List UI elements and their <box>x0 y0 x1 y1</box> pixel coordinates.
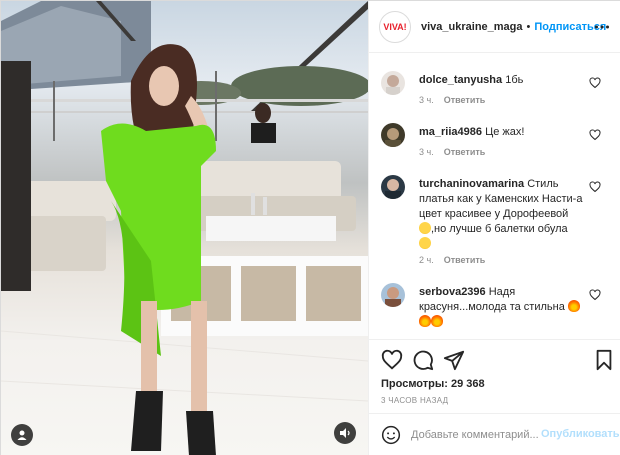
user-tag-button[interactable] <box>11 424 33 446</box>
user-icon <box>17 430 27 440</box>
reply-button[interactable]: Ответить <box>444 147 486 157</box>
commenter-avatar[interactable] <box>381 283 405 307</box>
avatar-image <box>381 123 405 147</box>
comment-text: serbova2396 Надя красуня...молода та сти… <box>419 285 587 330</box>
comment-username[interactable]: turchaninovamarina <box>419 178 524 190</box>
post-sidebar: VIVA! viva_ukraine_maga • Подписаться do… <box>368 1 620 455</box>
post-header: VIVA! viva_ukraine_maga • Подписаться <box>369 1 620 53</box>
comments-list[interactable]: dolce_tanyusha 1бь 3 ч. Ответить ma_riia… <box>369 53 620 339</box>
comment-like-icon[interactable] <box>589 129 601 141</box>
post-actions: Просмотры: 29 368 3 ЧАСОВ НАЗАД <box>369 339 620 409</box>
paper-plane-icon[interactable] <box>443 349 465 371</box>
comment-time: 3 ч. <box>419 147 434 157</box>
comment-text: dolce_tanyusha 1бь <box>419 73 587 88</box>
commenter-avatar[interactable] <box>381 71 405 95</box>
emoji-picker-icon[interactable] <box>381 425 401 445</box>
fire-emoji-icon <box>419 315 431 327</box>
video-frame <box>1 1 368 455</box>
comment-content: Це жах! <box>485 126 525 138</box>
comment-text: ma_riia4986 Це жах! <box>419 125 587 140</box>
comment-time: 2 ч. <box>419 255 434 265</box>
comment-username[interactable]: ma_riia4986 <box>419 126 482 138</box>
reply-button[interactable]: Ответить <box>444 255 486 265</box>
instagram-post: VIVA! viva_ukraine_maga • Подписаться do… <box>0 0 620 455</box>
views-count[interactable]: Просмотры: 29 368 <box>381 378 485 390</box>
comment-like-icon[interactable] <box>589 289 601 301</box>
comment-input[interactable] <box>411 425 551 445</box>
reply-button[interactable]: Ответить <box>444 95 486 105</box>
comment-username[interactable]: dolce_tanyusha <box>419 74 502 86</box>
add-comment-bar: Опубликовать <box>369 413 620 455</box>
commenter-avatar[interactable] <box>381 123 405 147</box>
author-avatar[interactable]: VIVA! <box>379 10 411 43</box>
comment-meta: 3 ч. Ответить <box>419 95 485 105</box>
comment-text: turchaninovamarina Стиль платья как у Ка… <box>419 177 587 252</box>
comment-time: 3 ч. <box>419 95 434 105</box>
heart-icon[interactable] <box>381 349 403 371</box>
avatar-image <box>381 175 405 199</box>
crying-laughing-emoji-icon <box>419 222 431 234</box>
comment-meta: 3 ч. Ответить <box>419 147 485 157</box>
mute-toggle-button[interactable] <box>334 422 356 444</box>
fire-emoji-icon <box>431 315 443 327</box>
comment-content: 1бь <box>505 74 524 86</box>
comment-like-icon[interactable] <box>589 77 601 89</box>
comment-icon[interactable] <box>412 349 434 371</box>
author-username[interactable]: viva_ukraine_maga <box>421 21 523 33</box>
comment-username[interactable]: serbova2396 <box>419 286 486 298</box>
speaker-icon <box>340 428 350 438</box>
bookmark-icon[interactable] <box>593 349 615 371</box>
avatar-image <box>381 71 405 95</box>
commenter-avatar[interactable] <box>381 175 405 199</box>
thinking-emoji-icon <box>419 237 431 249</box>
comment-like-icon[interactable] <box>589 181 601 193</box>
comment-meta: 2 ч. Ответить <box>419 255 485 265</box>
post-video[interactable] <box>1 1 368 455</box>
ellipsis-icon[interactable] <box>594 19 610 35</box>
comment-content-continued: ,но лучше б балетки обула <box>431 223 568 235</box>
header-separator: • <box>526 20 531 33</box>
fire-emoji-icon <box>567 300 580 312</box>
post-timestamp: 3 ЧАСОВ НАЗАД <box>381 396 449 405</box>
viva-logo: VIVA! <box>381 12 409 41</box>
publish-comment-button[interactable]: Опубликовать <box>541 428 620 440</box>
avatar-image <box>381 283 405 307</box>
